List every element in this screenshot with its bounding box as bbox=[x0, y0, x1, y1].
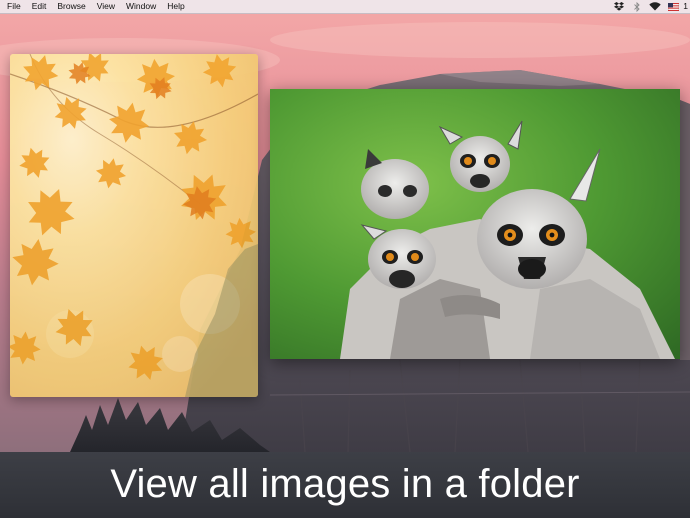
menu-window[interactable]: Window bbox=[120, 0, 161, 13]
lemurs-photo bbox=[270, 89, 680, 359]
screen: File Edit Browse View Window Help 1 View… bbox=[0, 0, 690, 518]
dropbox-icon[interactable] bbox=[613, 0, 625, 13]
caption-banner: View all images in a folder bbox=[0, 452, 690, 518]
menu-help[interactable]: Help bbox=[162, 0, 190, 13]
image-window-autumn-leaves[interactable] bbox=[10, 54, 258, 397]
caption-text: View all images in a folder bbox=[110, 461, 580, 506]
us-flag-icon[interactable] bbox=[667, 0, 679, 13]
menu-view[interactable]: View bbox=[91, 0, 120, 13]
wifi-icon[interactable] bbox=[649, 0, 661, 13]
menu-bar: File Edit Browse View Window Help 1 bbox=[0, 0, 690, 14]
autumn-leaves-image bbox=[10, 54, 258, 397]
menu-browse[interactable]: Browse bbox=[52, 0, 91, 13]
menu-bar-status-area: 1 bbox=[607, 0, 690, 13]
bluetooth-icon[interactable] bbox=[631, 0, 643, 13]
menu-edit[interactable]: Edit bbox=[26, 0, 52, 13]
menu-file[interactable]: File bbox=[0, 0, 26, 13]
image-window-lemurs[interactable] bbox=[270, 89, 680, 359]
menu-clock[interactable]: 1 bbox=[683, 0, 690, 13]
